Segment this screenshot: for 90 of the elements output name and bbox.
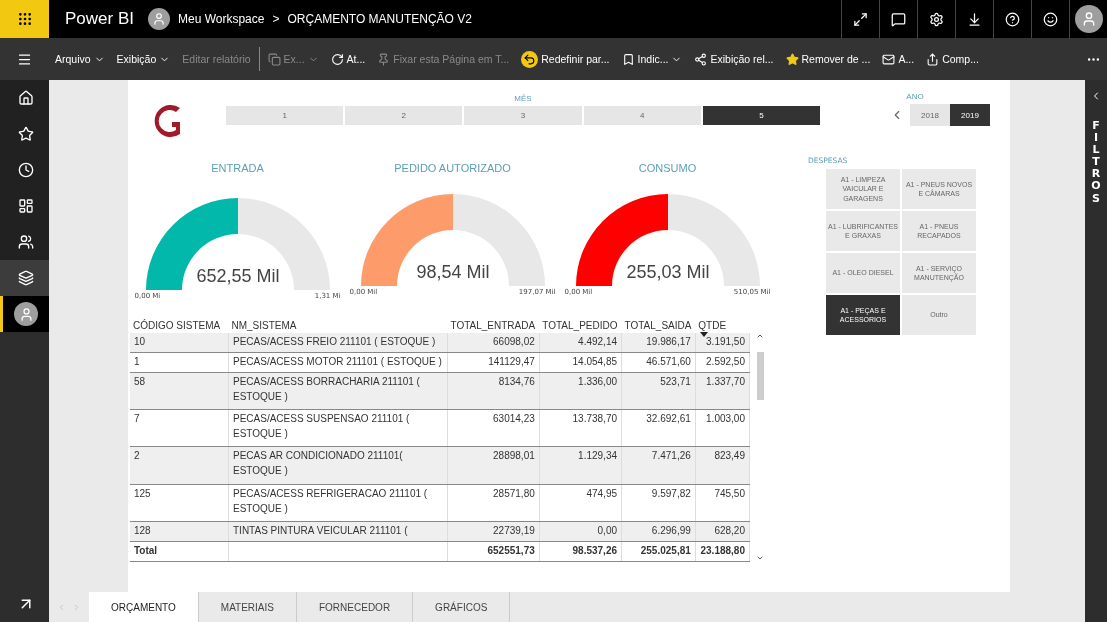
filters-label[interactable]: FILTROS: [1090, 120, 1102, 205]
table-cell: 13.738,70: [539, 409, 622, 447]
table-cell: 128: [130, 521, 229, 542]
chevron-right-icon: [72, 602, 81, 612]
share-icon: [926, 52, 940, 66]
slicer-title: MÊS: [513, 94, 533, 103]
table-cell: 32.692,61: [621, 409, 696, 447]
breadcrumb-separator: >: [272, 12, 280, 26]
table-cell: 1.337,70: [695, 372, 750, 410]
month-option[interactable]: 5: [702, 106, 820, 125]
table-cell: 28898,01: [447, 446, 540, 485]
table-cell: 3.191,50: [695, 333, 750, 353]
workspace-avatar-icon: [148, 8, 170, 30]
toolbar-button[interactable]: A...: [876, 44, 921, 74]
pin-icon: [377, 52, 391, 66]
page-tab[interactable]: ORÇAMENTO: [89, 592, 199, 622]
table-cell: 1.336,00: [539, 372, 622, 410]
gauge-title: ENTRADA: [211, 162, 264, 174]
table-cell: 2: [130, 446, 229, 485]
people-icon[interactable]: [0, 224, 49, 260]
share-nodes-icon: [694, 52, 708, 66]
table-cell: 9.597,82: [621, 484, 696, 522]
scroll-up-icon[interactable]: [756, 332, 764, 340]
chevron-left-icon: [57, 602, 66, 612]
column-header[interactable]: CÓDIGO SISTEMA: [130, 318, 229, 333]
undo-icon: [521, 50, 539, 68]
toolbar-button[interactable]: Indic...: [615, 44, 689, 74]
table-cell: PECAS AR CONDICIONADO 211101( ESTOQUE ): [228, 446, 448, 485]
stack-icon[interactable]: [0, 260, 49, 296]
toolbar-button[interactable]: Comp...: [920, 44, 985, 74]
breadcrumb-link[interactable]: Meu Workspace: [178, 12, 265, 26]
table-cell: 19.986,17: [621, 333, 696, 353]
table-cell: 7.471,26: [621, 446, 696, 485]
toolbar-button[interactable]: Arquivo: [49, 44, 111, 74]
app-name: Power BI: [65, 9, 134, 29]
toolbar-button[interactable]: Exibição: [110, 44, 177, 74]
table-cell: 8134,76: [447, 372, 540, 410]
table-cell: PECAS/ACESS BORRACHARIA 211101 ( ESTOQUE ): [228, 372, 448, 410]
gauge-title: PEDIDO AUTORIZADO: [394, 162, 511, 174]
column-header[interactable]: QTDE: [695, 318, 750, 333]
mail-icon: [882, 52, 896, 66]
table-cell: 66098,02: [447, 333, 540, 353]
scroll-thumb[interactable]: [756, 352, 764, 400]
toolbar-button[interactable]: Exibição rel...: [688, 44, 780, 74]
home-icon[interactable]: [0, 80, 49, 116]
copy-icon: [267, 52, 281, 66]
month-option[interactable]: 2: [345, 106, 463, 125]
gauge-title: CONSUMO: [638, 162, 697, 174]
table-cell: 7: [130, 409, 229, 447]
report-title: ORÇAMENTO MANUTENÇÃO V2: [287, 12, 472, 26]
table-cell: PECAS/ACESS REFRIGERACAO 211101 ( ESTOQUE ): [228, 484, 448, 522]
table-cell: 1.129,34: [539, 446, 622, 485]
table-cell: 523,71: [621, 372, 696, 410]
gauge-value: 652,55 Mil: [195, 266, 280, 286]
slicer-title: ANO: [905, 92, 925, 101]
toolbar-button[interactable]: At...: [324, 44, 372, 74]
year-option[interactable]: 2018: [910, 104, 950, 126]
app-launcher-icon[interactable]: [0, 0, 49, 38]
table-cell: 58: [130, 372, 229, 410]
total-label: Total: [130, 541, 229, 562]
bookmark-icon: [621, 52, 635, 66]
table-cell: PECAS/ACESS FREIO 211101 ( ESTOQUE ): [228, 333, 448, 353]
month-option[interactable]: 3: [464, 106, 582, 125]
table-cell: 125: [130, 484, 229, 522]
scroll-down-icon[interactable]: [756, 554, 764, 562]
month-option[interactable]: 4: [583, 106, 701, 125]
column-header[interactable]: NM_SISTEMA: [228, 318, 448, 333]
star-icon: [785, 52, 799, 66]
table-cell: PECAS/ACESS SUSPENSAO 211101 ( ESTOQUE ): [228, 409, 448, 447]
toolbar-button[interactable]: Remover de ...: [779, 44, 877, 74]
column-header[interactable]: TOTAL_PEDIDO: [539, 318, 622, 333]
month-option[interactable]: 1: [226, 106, 344, 125]
table-cell: 823,49: [695, 446, 750, 485]
profile-avatar-icon[interactable]: [0, 296, 49, 332]
table-cell: 1: [130, 352, 229, 373]
column-header[interactable]: TOTAL_SAIDA: [621, 318, 696, 333]
year-option[interactable]: 2019: [950, 104, 990, 126]
refresh-icon: [330, 52, 344, 66]
gauge-value: 98,54 Mil: [416, 262, 489, 282]
table-cell: 474,95: [539, 484, 622, 522]
table-cell: 10: [130, 333, 229, 353]
table-cell: 63014,23: [447, 409, 540, 447]
toolbar-button[interactable]: Redefinir par...: [515, 44, 616, 74]
table-cell: 28571,80: [447, 484, 540, 522]
table-cell: 745,50: [695, 484, 750, 522]
table-cell: 1.003,00: [695, 409, 750, 447]
sort-descending-icon: [700, 332, 709, 337]
gauge-value: 255,03 Mil: [625, 262, 710, 282]
table-cell: 4.492,14: [539, 333, 622, 353]
column-header[interactable]: TOTAL_ENTRADA: [447, 318, 540, 333]
